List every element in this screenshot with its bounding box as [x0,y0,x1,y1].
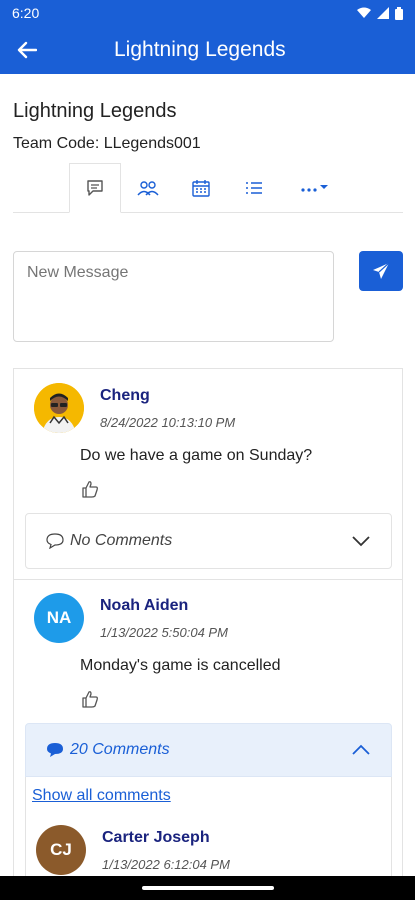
system-nav-bar [0,876,415,900]
send-button[interactable] [359,251,403,291]
app-bar: Lightning Legends [0,26,415,74]
comment-icon [47,743,63,757]
status-bar: 6:20 [0,0,415,26]
post-divider [14,579,402,580]
send-icon [373,262,390,279]
team-name: Lightning Legends [13,100,177,122]
post-timestamp: 8/24/2022 10:13:10 PM [100,415,236,430]
comments-toggle[interactable]: 20 Comments [25,723,392,777]
thumbs-up-icon[interactable] [80,689,100,709]
team-code: Team Code: LLegends001 [13,135,201,152]
comment-timestamp: 1/13/2022 6:12:04 PM [102,857,230,872]
post-timestamp: 1/13/2022 5:50:04 PM [100,625,228,640]
chevron-up-icon [352,744,370,755]
chat-icon [87,180,103,196]
avatar[interactable] [34,383,84,433]
signal-icon [377,7,389,19]
team-tabs [13,163,403,213]
new-message-input[interactable] [13,251,334,342]
tab-members[interactable] [122,163,174,213]
comments-count: No Comments [70,532,173,549]
people-icon [137,181,159,196]
post-author[interactable]: Cheng [100,387,150,405]
list-icon [246,182,262,194]
battery-icon [395,6,403,20]
avatar[interactable]: NA [34,593,84,643]
arrow-back-icon [17,41,37,59]
chevron-down-icon [352,536,370,547]
back-button[interactable] [0,26,54,74]
status-icons [357,6,403,20]
post-text: Monday's game is cancelled [80,657,281,674]
comment-author[interactable]: Carter Joseph [102,829,210,847]
show-all-comments-link[interactable]: Show all comments [32,787,171,805]
tab-chat[interactable] [69,163,121,213]
message-feed: Cheng 8/24/2022 10:13:10 PM Do we have a… [13,368,403,878]
comments-toggle[interactable]: No Comments [25,513,392,569]
wifi-icon [357,7,371,18]
post-author[interactable]: Noah Aiden [100,597,188,615]
comments-list: Show all comments CJ Carter Joseph 1/13/… [25,777,392,878]
comment-icon [46,533,64,549]
tab-more[interactable] [285,163,345,213]
calendar-icon [192,180,210,197]
app-bar-title: Lightning Legends [114,38,286,61]
tab-calendar[interactable] [175,163,227,213]
post-text: Do we have a game on Sunday? [80,447,313,464]
status-time: 6:20 [12,5,40,21]
more-icon [301,185,328,192]
tab-list[interactable] [228,163,280,213]
thumbs-up-icon[interactable] [80,479,100,499]
comments-count: 20 Comments [70,741,170,758]
avatar[interactable]: CJ [36,825,86,875]
home-gesture-pill[interactable] [141,886,274,890]
user-photo-icon [34,383,84,433]
